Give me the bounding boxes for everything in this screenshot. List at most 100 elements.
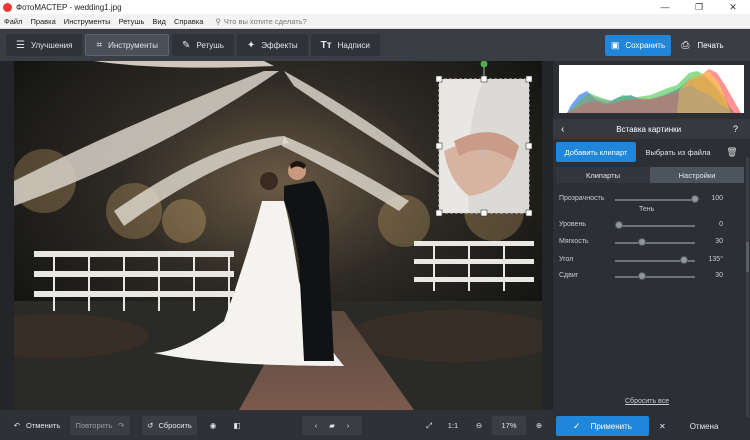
tab-label: Надписи [337, 40, 370, 50]
shadow-level-label: Уровень [559, 221, 586, 228]
fit-screen-icon[interactable]: ⤢ [420, 416, 438, 435]
offset-label: Сдвиг [559, 272, 579, 279]
softness-value: 30 [715, 238, 723, 245]
brush-icon: ✎ [181, 39, 191, 51]
tab-retouch[interactable]: ✎ Ретушь [171, 34, 234, 56]
image-navigation: ‹ ▰ › [302, 416, 362, 435]
angle-slider-knob[interactable] [679, 256, 688, 264]
shadow-section-title: Тень [639, 206, 655, 213]
reset-all-link[interactable]: Сбросить все [625, 398, 669, 405]
floppy-icon: ▣ [610, 40, 620, 50]
menu-help[interactable]: Справка [174, 17, 203, 26]
save-button[interactable]: ▣ Сохранить [605, 35, 671, 56]
minimize-button[interactable]: — [648, 2, 682, 12]
panel-subtabs: Клипарты Настройки [556, 167, 744, 183]
menu-view[interactable]: Вид [152, 17, 166, 26]
opacity-label: Прозрачность [559, 195, 605, 202]
add-clipart-button[interactable]: Добавить клипарт [556, 142, 636, 162]
next-image-icon[interactable]: › [347, 421, 350, 430]
prev-image-icon[interactable]: ‹ [315, 421, 318, 430]
angle-value: 135° [708, 256, 723, 263]
apply-label: Применить [590, 421, 632, 431]
sliders-icon: ☰ [16, 39, 25, 51]
folder-icon[interactable]: ▰ [329, 421, 335, 430]
tab-effects[interactable]: ✦ Эффекты [236, 34, 308, 56]
offset-slider[interactable] [615, 276, 695, 278]
menu-tools[interactable]: Инструменты [64, 17, 111, 26]
crop-icon: ⌗ [96, 39, 103, 51]
compare-icon[interactable]: ◧ [228, 416, 246, 435]
menu-search[interactable]: ⚲ Что вы хотите сделать? [215, 17, 309, 26]
panel-scrollbar[interactable] [746, 157, 749, 417]
check-icon: ✓ [573, 420, 581, 431]
wedding-photo[interactable] [14, 61, 542, 410]
undo-button[interactable]: ↶ Отменить [8, 416, 66, 435]
menu-retouch[interactable]: Ретушь [119, 17, 145, 26]
image-canvas [0, 61, 553, 410]
app-logo-icon [3, 2, 12, 12]
offset-row: Сдвиг 30 [559, 271, 723, 283]
redo-button[interactable]: Повторить ↷ [70, 416, 130, 435]
undo-icon: ↶ [13, 421, 20, 430]
redo-label: Повторить [75, 421, 113, 430]
maximize-button[interactable]: ❐ [682, 2, 716, 13]
tab-label: Улучшения [30, 40, 73, 50]
offset-value: 30 [715, 272, 723, 279]
apply-button[interactable]: ✓ Применить [556, 416, 649, 436]
menu-edit[interactable]: Правка [30, 17, 55, 26]
angle-row: Угол 135° [559, 255, 723, 267]
bottom-bar: ↶ Отменить Повторить ↷ ↺ Сбросить ◉ ◧ ‹ … [0, 410, 553, 440]
shadow-level-row: Уровень 0 [559, 220, 723, 232]
tab-tools[interactable]: ⌗ Инструменты [85, 34, 169, 56]
opacity-value: 100 [711, 195, 723, 202]
main-toolbar: ☰ Улучшения ⌗ Инструменты ✎ Ретушь ✦ Эфф… [0, 29, 750, 61]
save-label: Сохранить [625, 41, 666, 50]
zoom-out-icon[interactable]: ⊖ [470, 416, 488, 435]
softness-slider[interactable] [615, 242, 695, 244]
choose-from-file-button[interactable]: Выбрать из файла [639, 142, 717, 162]
cancel-label: Отмена [689, 421, 719, 431]
reset-button[interactable]: ↺ Сбросить [142, 416, 197, 435]
panel-header: ‹ Вставка картинки ? [553, 119, 750, 139]
shadow-level-slider-knob[interactable] [615, 221, 623, 229]
tab-label: Ретушь [196, 40, 224, 50]
text-icon: Tт [320, 39, 332, 51]
tab-improvements[interactable]: ☰ Улучшения [6, 34, 83, 56]
scrollbar-thumb[interactable] [746, 242, 749, 272]
tab-label: Инструменты [108, 40, 158, 50]
opacity-slider-knob[interactable] [691, 195, 699, 203]
softness-row: Мягкость 30 [559, 237, 723, 249]
redo-icon: ↷ [118, 421, 125, 430]
zoom-in-icon[interactable]: ⊕ [530, 416, 548, 435]
menu-bar: Файл Правка Инструменты Ретушь Вид Справ… [0, 14, 750, 29]
opacity-row: Прозрачность 100 [559, 194, 723, 206]
tab-label: Эффекты [261, 40, 298, 50]
offset-slider-knob[interactable] [637, 272, 646, 280]
print-button[interactable]: ⎙ Печать [675, 35, 730, 56]
shadow-level-slider[interactable] [615, 225, 695, 227]
opacity-slider[interactable] [615, 199, 695, 201]
reset-label: Сбросить [158, 421, 192, 430]
shadow-level-value: 0 [719, 221, 723, 228]
zoom-level[interactable]: 17% [492, 416, 526, 435]
trash-icon[interactable]: 🗑 [723, 142, 741, 162]
title-bar: ФотоМАСТЕР - wedding1.jpg — ❐ ✕ [0, 0, 750, 14]
printer-icon: ⎙ [681, 40, 690, 51]
close-button[interactable]: ✕ [716, 2, 750, 13]
undo-label: Отменить [26, 421, 61, 430]
actual-size-button[interactable]: 1:1 [444, 416, 462, 435]
reset-icon: ↺ [147, 421, 154, 430]
menu-file[interactable]: Файл [4, 17, 22, 26]
softness-label: Мягкость [559, 238, 589, 245]
help-icon[interactable]: ? [733, 124, 738, 134]
softness-slider-knob[interactable] [637, 238, 646, 246]
histogram [559, 65, 744, 113]
eye-icon[interactable]: ◉ [204, 416, 222, 435]
tab-settings[interactable]: Настройки [650, 167, 744, 183]
cancel-button[interactable]: ✕ Отмена [653, 416, 743, 436]
close-icon: ✕ [659, 421, 666, 431]
tab-cliparts[interactable]: Клипарты [556, 167, 650, 183]
search-input[interactable]: Что вы хотите сделать? [224, 17, 307, 26]
angle-label: Угол [559, 256, 574, 263]
tab-text[interactable]: Tт Надписи [310, 34, 380, 56]
